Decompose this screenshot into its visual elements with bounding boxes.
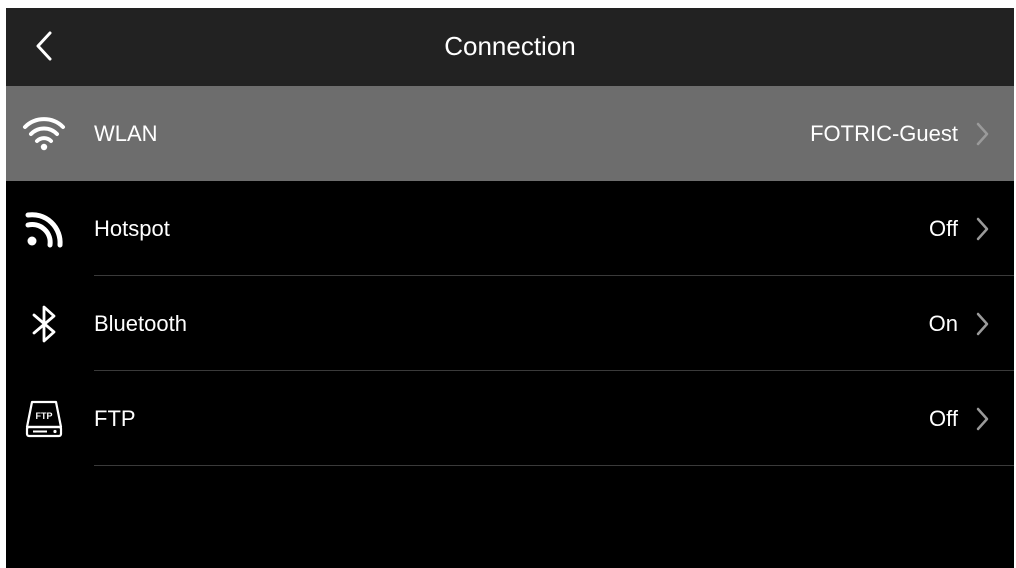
connection-screen: Connection WLAN FOTRIC-Guest Hotspot Off…	[6, 8, 1014, 568]
svg-text:FTP: FTP	[36, 411, 53, 421]
ftp-icon: FTP	[25, 400, 63, 438]
bluetooth-row[interactable]: Bluetooth On	[6, 276, 1014, 371]
bluetooth-label: Bluetooth	[94, 311, 187, 336]
wlan-value: FOTRIC-Guest	[810, 121, 958, 146]
chevron-right-icon	[976, 217, 989, 241]
chevron-right-icon	[976, 312, 989, 336]
bluetooth-icon	[32, 305, 56, 343]
ftp-value: Off	[929, 406, 958, 431]
chevron-right-icon	[976, 122, 989, 146]
page-title: Connection	[444, 31, 576, 61]
hotspot-row[interactable]: Hotspot Off	[6, 181, 1014, 276]
wlan-label: WLAN	[94, 121, 158, 146]
hotspot-label: Hotspot	[94, 216, 170, 241]
hotspot-icon	[25, 212, 63, 248]
ftp-label: FTP	[94, 406, 136, 431]
wlan-row[interactable]: WLAN FOTRIC-Guest	[6, 86, 1014, 181]
ftp-row[interactable]: FTP FTP Off	[6, 371, 1014, 466]
chevron-right-icon	[976, 407, 989, 431]
header-bar: Connection	[6, 8, 1014, 86]
bluetooth-value: On	[928, 311, 958, 336]
wifi-icon	[23, 117, 65, 151]
settings-list: WLAN FOTRIC-Guest Hotspot Off Bluetooth …	[6, 86, 1014, 466]
hotspot-value: Off	[929, 216, 958, 241]
row-divider	[94, 465, 1014, 466]
